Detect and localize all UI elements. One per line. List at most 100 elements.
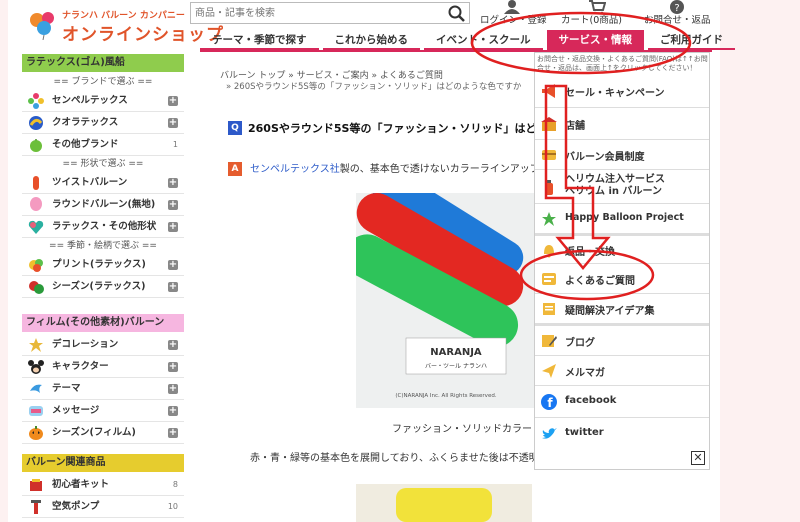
answer-text: 製の、基本色で透けないカラーラインアップです。 <box>339 164 538 175</box>
menu-item-happy-balloon[interactable]: Happy Balloon Project <box>535 203 709 233</box>
cart-link[interactable]: カート(0商品) <box>561 12 622 26</box>
round-balloon-icon <box>30 197 42 211</box>
second-photo <box>356 484 532 522</box>
qualatex-logo-icon <box>29 116 43 130</box>
sidebar-heading-latex: ラテックス(ゴム)風船 <box>22 54 184 72</box>
twist-balloon-icon <box>33 176 39 190</box>
sidebar-item-twist-balloon[interactable]: ツイストバルーン + <box>22 172 184 194</box>
menu-item-membership[interactable]: バルーン会員制度 <box>535 139 709 169</box>
sidebar-item-label: デコレーション <box>52 339 119 350</box>
sidebar-item-round-balloon[interactable]: ラウンドバルーン(無地) + <box>22 194 184 216</box>
menu-item-shop[interactable]: 店舗 <box>535 107 709 139</box>
sidebar-item-theme[interactable]: テーマ + <box>22 378 184 400</box>
contact-link[interactable]: お問合せ・返品 <box>644 12 711 26</box>
fashion-solid-balloons-image: NARANJA バー・ツール ナランハ (C)NARANJA Inc. All … <box>356 193 536 408</box>
breadcrumb-current: » 260Sやラウンド5S等の「ファッション・ソリッド」はどのような色ですか <box>226 82 522 92</box>
expand-icon[interactable]: + <box>168 340 178 350</box>
menu-item-twitter[interactable]: twitter <box>535 417 709 449</box>
expand-icon[interactable]: + <box>168 118 178 128</box>
menu-item-returns[interactable]: 返品・交換 <box>535 233 709 263</box>
description-paragraph: 赤・青・緑等の基本色を展開しており、ふくらませた後は不透明です。 <box>250 453 534 464</box>
item-count: 10 <box>167 502 178 511</box>
menu-item-blog[interactable]: ブログ <box>535 323 709 355</box>
menu-item-faq[interactable]: よくあるご質問 <box>535 263 709 293</box>
idea-icon <box>543 303 555 315</box>
answer-badge: A <box>228 162 242 176</box>
menu-item-label: メルマガ <box>565 368 605 379</box>
menu-item-ideas[interactable]: 疑問解決アイデア集 <box>535 293 709 323</box>
sidebar-item-latex-other-shapes[interactable]: ラテックス・その他形状 + <box>22 216 184 238</box>
expand-icon[interactable]: + <box>168 260 178 270</box>
menu-item-sale[interactable]: セール・キャンペーン <box>535 75 709 107</box>
nav-getting-started[interactable]: これから始める <box>322 30 420 50</box>
sidebar-item-label: メッセージ <box>52 405 100 416</box>
sidebar-heading-related: バルーン関連商品 <box>22 454 184 472</box>
facebook-icon: f <box>541 394 557 410</box>
sidebar-item-label: ラテックス・その他形状 <box>52 221 157 232</box>
expand-icon[interactable]: + <box>168 96 178 106</box>
mouse-character-icon <box>28 360 44 374</box>
sidebar-item-label: ラウンドバルーン(無地) <box>52 199 156 210</box>
sidebar-item-beginner-kit[interactable]: 初心者キット 8 <box>22 474 184 496</box>
menu-item-label: twitter <box>565 427 604 438</box>
search-icon[interactable] <box>447 4 467 22</box>
sidebar-item-label: テーマ <box>52 383 81 394</box>
member-card-icon <box>542 150 556 160</box>
expand-icon[interactable]: + <box>168 428 178 438</box>
answer-line: A センペルテックス社製の、基本色で透けないカラーラインアップです。 <box>228 160 538 176</box>
sidebar-item-sempertex[interactable]: センペルテックス + <box>22 90 184 112</box>
pumpkin-icon <box>29 426 43 440</box>
balloon-photo: NARANJA バー・ツール ナランハ (C)NARANJA Inc. All … <box>356 193 536 408</box>
menu-item-label: facebook <box>565 395 617 406</box>
expand-icon[interactable]: + <box>168 178 178 188</box>
sidebar-item-decoration[interactable]: デコレーション + <box>22 334 184 356</box>
sidebar-subheading-season: == 季節・絵柄で選ぶ == <box>49 241 157 251</box>
sidebar-item-qualatex[interactable]: クオラテックス + <box>22 112 184 134</box>
green-balloon-icon <box>30 139 42 152</box>
photo-sub-text: バー・ツール ナランハ <box>425 363 487 370</box>
flower-icon <box>28 93 44 109</box>
nav-usage-guide[interactable]: ご利用ガイド <box>648 30 735 50</box>
svg-text:f: f <box>547 396 553 410</box>
season-balloon-icon <box>29 281 44 294</box>
login-link[interactable]: ログイン・登録 <box>480 12 547 26</box>
bell-icon <box>544 245 554 258</box>
expand-icon[interactable]: + <box>168 406 178 416</box>
nav-theme-season[interactable]: テーマ・季節で探す <box>200 30 319 50</box>
sidebar-item-label: シーズン(フィルム) <box>52 427 136 438</box>
search-input[interactable] <box>191 3 441 23</box>
sidebar-item-air-pump[interactable]: 空気ポンプ 10 <box>22 496 184 518</box>
sidebar-item-other-brands[interactable]: その他ブランド 1 <box>22 134 184 156</box>
dropdown-close-button[interactable]: ✕ <box>691 451 705 465</box>
expand-icon[interactable]: + <box>168 384 178 394</box>
expand-icon[interactable]: + <box>168 200 178 210</box>
mail-plane-icon <box>542 364 556 378</box>
right-background <box>720 0 800 522</box>
photo-brand-text: NARANJA <box>430 347 482 358</box>
nav-event-school[interactable]: イベント・スクール <box>424 30 543 50</box>
menu-item-facebook[interactable]: f facebook <box>535 385 709 417</box>
menu-item-label: よくあるご質問 <box>565 276 635 287</box>
service-info-dropdown: お問合せ・返品交換・よくあるご質問(FAQ)は↑↑お問合せ・返品は、画面上↑をク… <box>534 52 710 470</box>
sidebar-item-label: クオラテックス <box>52 117 119 128</box>
sidebar-item-print-latex[interactable]: プリント(ラテックス) + <box>22 254 184 276</box>
menu-item-label: ブログ <box>565 338 595 349</box>
nav-service-info[interactable]: サービス・情報 <box>546 30 644 50</box>
heart-balloon-icon <box>28 220 44 234</box>
sidebar-item-label: キャラクター <box>52 361 109 372</box>
sempertex-link[interactable]: センペルテックス社 <box>250 164 340 175</box>
helium-tank-icon <box>545 180 553 195</box>
pump-icon <box>31 500 41 514</box>
expand-icon[interactable]: + <box>168 222 178 232</box>
balloon-logo-icon <box>30 12 54 40</box>
site-logo[interactable]: ナランハ バルーン カンパニー オンラインショップ <box>28 8 223 45</box>
expand-icon[interactable]: + <box>168 282 178 292</box>
happy-star-icon <box>542 212 556 226</box>
menu-item-helium[interactable]: ヘリウム注入サービス ヘリウム in バルーン <box>535 169 709 203</box>
sidebar-item-season-film[interactable]: シーズン(フィルム) + <box>22 422 184 444</box>
expand-icon[interactable]: + <box>168 362 178 372</box>
sidebar-item-message[interactable]: メッセージ + <box>22 400 184 422</box>
menu-item-newsletter[interactable]: メルマガ <box>535 355 709 385</box>
sidebar-item-character[interactable]: キャラクター + <box>22 356 184 378</box>
sidebar-item-season-latex[interactable]: シーズン(ラテックス) + <box>22 276 184 298</box>
